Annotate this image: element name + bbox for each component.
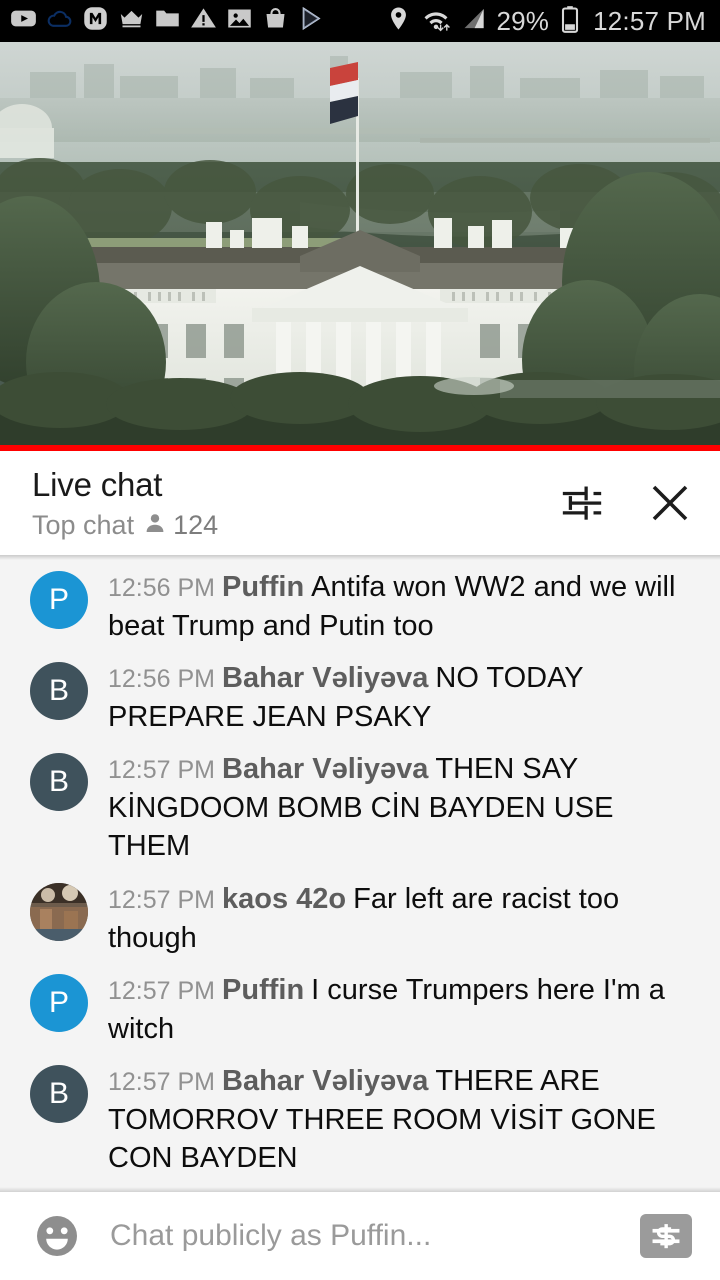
message-author[interactable]: kaos 42o	[222, 883, 346, 915]
avatar[interactable]: B	[30, 662, 88, 721]
message-timestamp: 12:56 PM	[108, 574, 216, 602]
avatar-initial: P	[48, 986, 69, 1020]
avatar-initial: B	[48, 674, 69, 708]
avatar[interactable]: B	[30, 753, 88, 812]
chat-input-bar: Chat publicly as Puffin...	[0, 1192, 720, 1280]
status-bar-system-icons: 29% 12:57 PM	[385, 5, 706, 38]
chat-message-body: 12:57 PM Bahar Vəliyəva THERE ARE TOMORROV…	[108, 1062, 696, 1178]
youtube-icon	[10, 5, 37, 37]
chat-message[interactable]: B 12:57 PM Bahar Vəliyəva THERE ARE TOMORR…	[0, 1055, 720, 1185]
video-player[interactable]	[0, 42, 720, 445]
chat-message[interactable]: 12:57 PMBrian B.rebuking	[0, 1185, 720, 1192]
avatar-photo	[30, 882, 88, 941]
wifi-icon	[421, 5, 451, 37]
chat-message[interactable]: B 12:56 PM Bahar Vəliyəva NO TODAY PREPARE…	[0, 652, 720, 743]
message-author[interactable]: Puffin	[222, 974, 304, 1006]
live-chat-header: Live chat Top chat 124	[0, 451, 720, 555]
video-frame	[0, 42, 720, 445]
chat-input-field[interactable]: Chat publicly as Puffin...	[110, 1221, 640, 1251]
avatar[interactable]: B	[30, 1065, 88, 1124]
battery-icon	[560, 5, 580, 38]
chat-message-body: 12:56 PM Puffin Antifa won WW2 and we will…	[108, 568, 696, 645]
shopping-bag-icon	[262, 5, 289, 37]
message-author[interactable]: Bahar Vəliyəva	[222, 753, 428, 785]
page-title: Live chat	[32, 466, 163, 504]
avatar-initial: P	[48, 583, 69, 616]
chat-message[interactable]: 12:57 PM kaos 42o Far left are racist too …	[0, 873, 720, 964]
status-bar-clock: 12:57 PM	[593, 6, 706, 36]
live-chat-message-list[interactable]: P 12:56 PM Puffin Antifa won WW2 and we wi…	[0, 555, 720, 1192]
location-pin-icon	[385, 5, 412, 37]
dollar-superchat-icon[interactable]	[640, 1214, 692, 1258]
warning-triangle-icon	[190, 5, 217, 37]
chat-mode-label[interactable]: Top chat	[32, 511, 134, 539]
live-chat-header-actions	[556, 477, 696, 529]
chat-message-body: 12:57 PM Bahar Vəliyəva THEN SAY KİNGDOOM …	[108, 750, 696, 866]
cell-signal-icon	[460, 5, 487, 37]
crown-icon	[118, 5, 145, 37]
status-bar-notification-icons	[10, 5, 325, 37]
battery-percent-label: 29%	[496, 6, 550, 36]
avatar[interactable]	[30, 882, 88, 941]
emoji-smiley-icon[interactable]	[30, 1209, 84, 1263]
chat-message-body: 12:57 PM Puffin I curse Trumpers here I'm …	[108, 971, 696, 1048]
avatar[interactable]: P	[30, 974, 88, 1033]
message-timestamp: 12:57 PM	[108, 885, 216, 914]
chat-message[interactable]: B 12:57 PM Bahar Vəliyəva THEN SAY KİNGDOO…	[0, 743, 720, 873]
message-author[interactable]: Puffin	[222, 571, 304, 603]
chat-message-body: 12:56 PM Bahar Vəliyəva NO TODAY PREPARE J…	[108, 659, 696, 736]
message-timestamp: 12:57 PM	[108, 756, 216, 785]
chat-message[interactable]: P 12:56 PM Puffin Antifa won WW2 and we wi…	[0, 561, 720, 652]
person-icon	[143, 511, 167, 540]
message-timestamp: 12:56 PM	[108, 665, 216, 694]
viewer-count-label: 124	[173, 509, 219, 540]
status-bar: 29% 12:57 PM	[0, 0, 720, 42]
photo-icon	[226, 5, 253, 37]
avatar-initial: B	[48, 765, 69, 799]
message-author[interactable]: Bahar Vəliyəva	[222, 1065, 428, 1097]
m-badge-icon	[82, 5, 109, 37]
avatar[interactable]: P	[30, 571, 88, 629]
live-chat-subheader: Top chat 124	[32, 511, 218, 540]
message-timestamp: 12:57 PM	[108, 977, 216, 1006]
live-chat-title-block: Live chat Top chat 124	[32, 466, 218, 540]
play-store-icon	[298, 5, 325, 37]
chat-message[interactable]: P 12:57 PM Puffin I curse Trumpers here I'…	[0, 964, 720, 1055]
avatar-initial: B	[48, 1077, 69, 1111]
viewer-count: 124	[143, 511, 218, 540]
cloud-icon	[46, 5, 73, 37]
message-timestamp: 12:57 PM	[108, 1068, 216, 1097]
message-author[interactable]: Bahar Vəliyəva	[222, 662, 428, 694]
close-x-icon[interactable]	[644, 477, 696, 529]
chat-message-body: 12:57 PM kaos 42o Far left are racist too …	[108, 880, 696, 957]
tune-sliders-icon[interactable]	[556, 477, 608, 529]
folder-icon	[154, 5, 181, 37]
